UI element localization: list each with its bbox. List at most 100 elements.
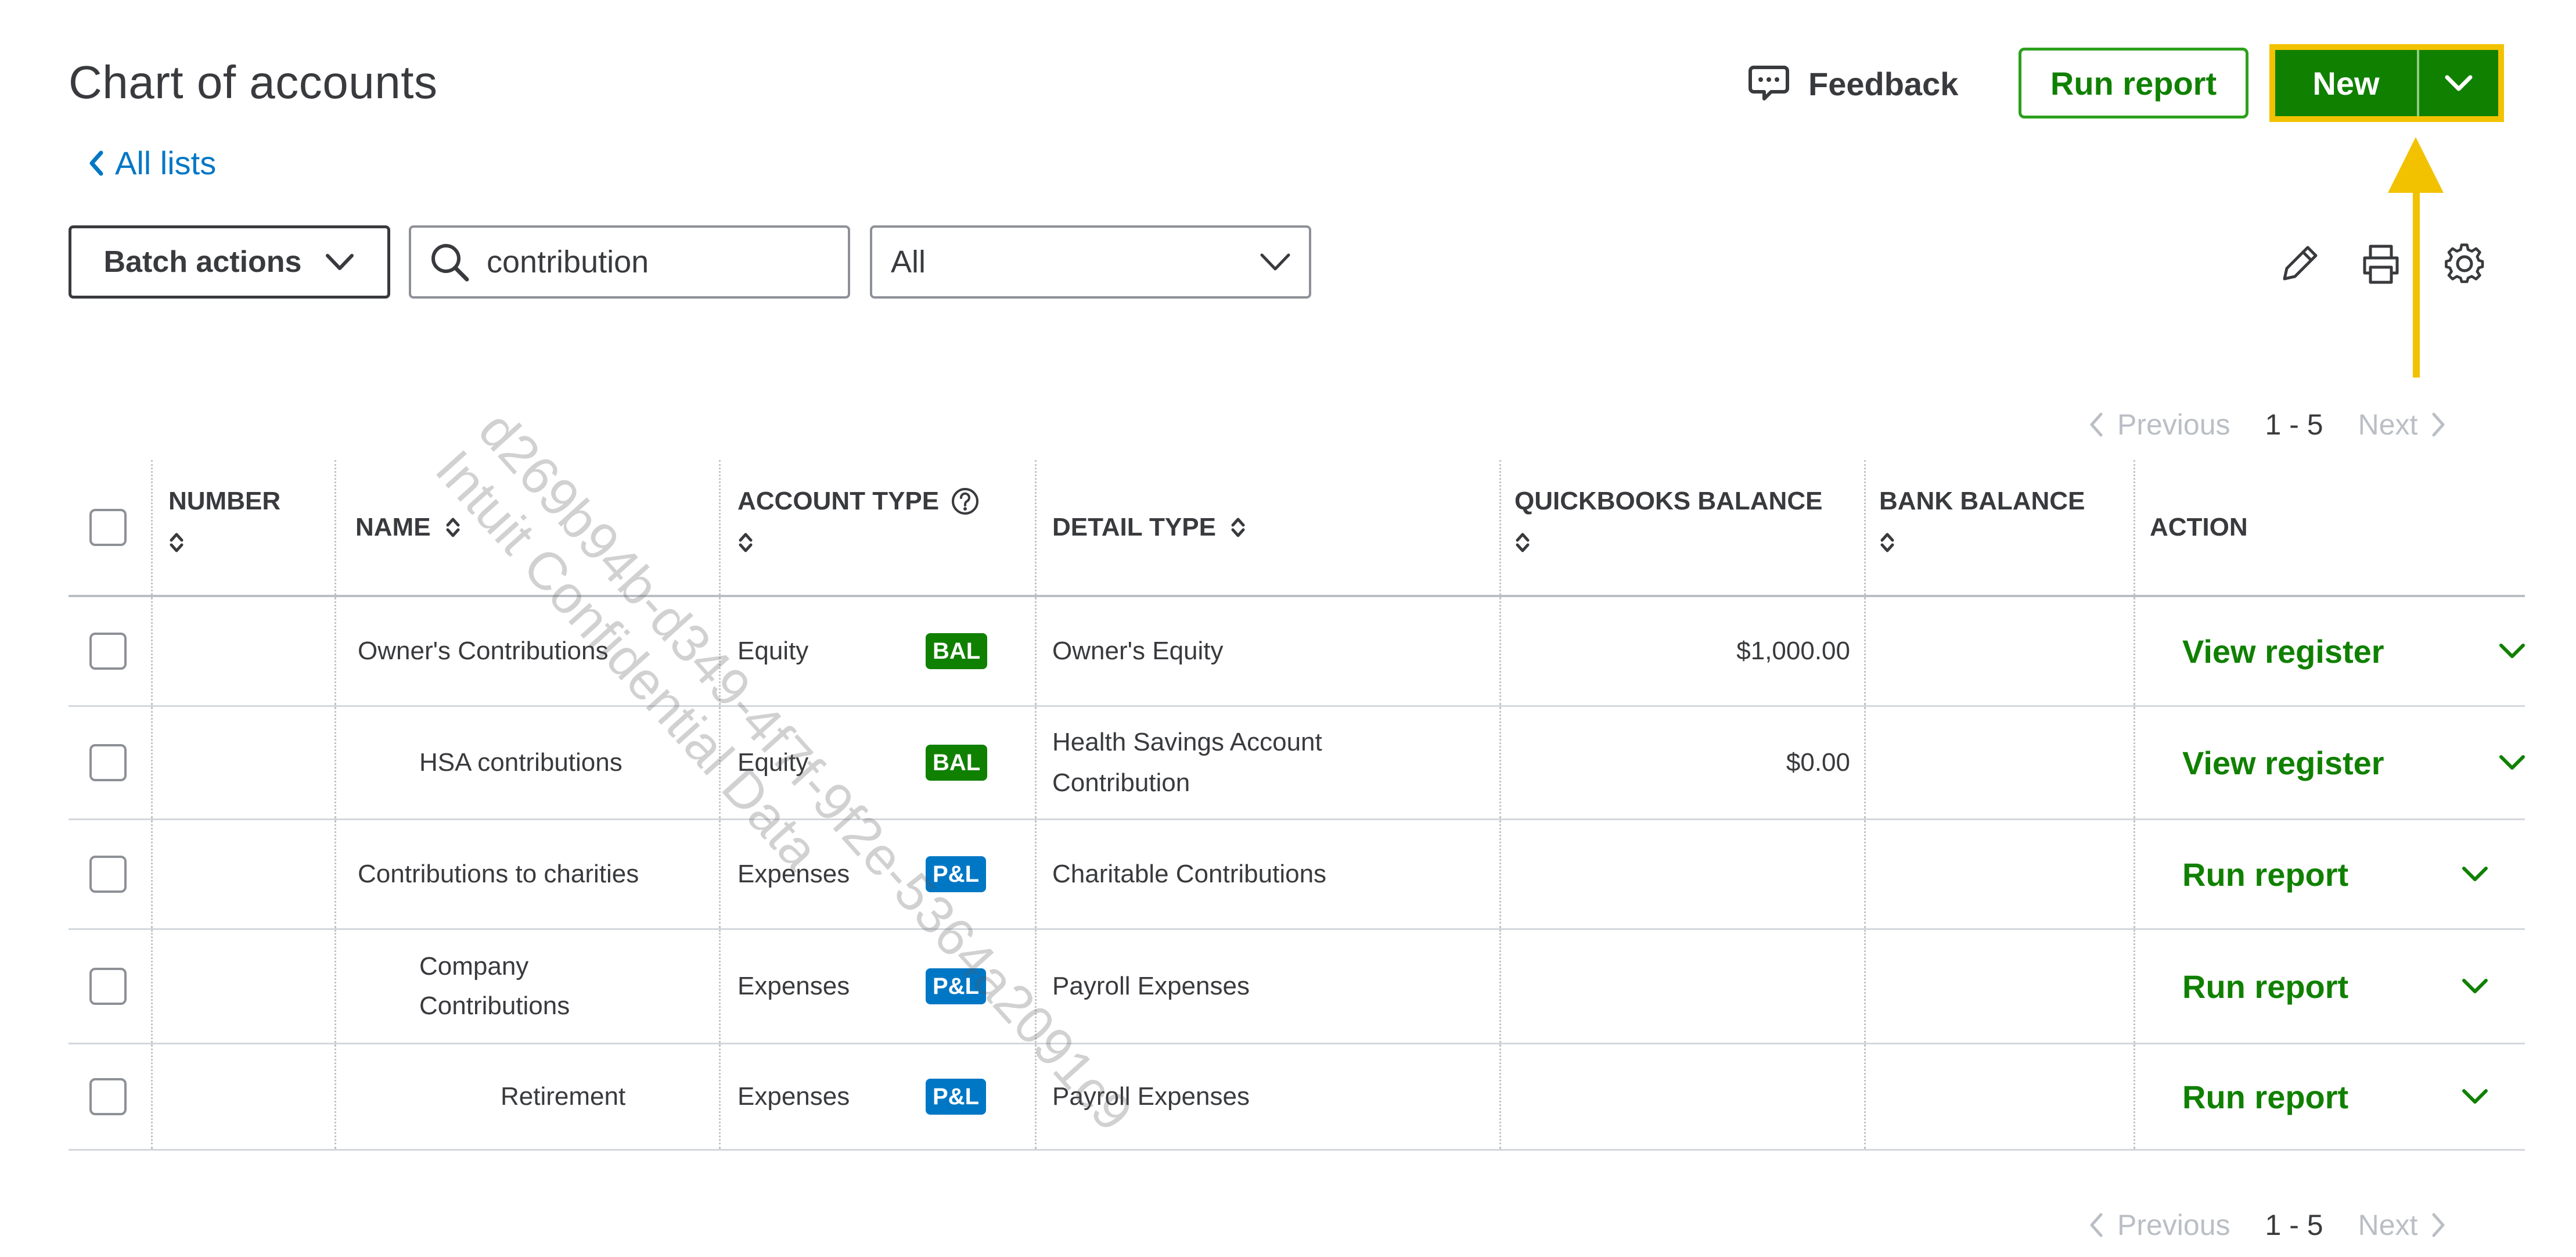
detail-type: Charitable Contributions [1052, 860, 1327, 888]
row-action-dropdown[interactable] [2498, 707, 2526, 818]
quickbooks-balance: $1,000.00 [1736, 637, 1850, 665]
chevron-right-icon [2430, 1212, 2447, 1238]
chevron-down-icon [2498, 642, 2526, 660]
new-button-group: New [2269, 44, 2504, 122]
header-name-label: NAME [355, 513, 431, 541]
previous-page-button[interactable]: Previous [2088, 1208, 2230, 1242]
header-account-type-label: ACCOUNT TYPE [737, 487, 940, 515]
row-action-dropdown[interactable] [2498, 597, 2526, 705]
next-page-button[interactable]: Next [2358, 1208, 2447, 1242]
filter-value: All [891, 245, 926, 279]
chevron-down-icon [1259, 252, 1291, 272]
detail-type-line: Contribution [1052, 768, 1190, 797]
chevron-left-icon [2088, 412, 2104, 437]
account-filter-select[interactable]: All [870, 225, 1311, 299]
row-checkbox[interactable] [89, 633, 127, 670]
page-title: Chart of accounts [69, 56, 438, 108]
row-select-cell [89, 930, 127, 1043]
chevron-down-icon [2461, 978, 2489, 995]
chevron-down-icon [2444, 74, 2473, 92]
row-checkbox[interactable] [89, 1078, 127, 1115]
detail-type: Payroll Expenses [1052, 1082, 1250, 1111]
next-label: Next [2358, 408, 2418, 441]
new-button[interactable]: New [2275, 50, 2419, 116]
chevron-down-icon [2498, 754, 2526, 771]
search-input[interactable] [487, 244, 812, 280]
page-range: 1 - 5 [2265, 1209, 2323, 1241]
all-lists-label: All lists [115, 145, 217, 181]
run-report-button[interactable]: Run report [2019, 48, 2248, 118]
header-number[interactable]: NUMBER [168, 460, 280, 595]
row-select-cell [89, 1044, 127, 1149]
header-bank-balance-label: BANK BALANCE [1879, 487, 2085, 515]
search-box [409, 225, 850, 299]
printer-icon[interactable] [2359, 242, 2403, 286]
account-name: Retirement [501, 1082, 626, 1111]
header-number-label: NUMBER [168, 487, 281, 515]
row-checkbox[interactable] [89, 744, 127, 781]
bal-badge: BAL [926, 633, 988, 669]
header-quickbooks-balance[interactable]: QUICKBOOKS BALANCE [1514, 460, 1822, 595]
header-quickbooks-balance-label: QUICKBOOKS BALANCE [1514, 487, 1823, 515]
sort-icon [1514, 531, 1822, 554]
account-type: Expenses [737, 1082, 850, 1111]
chevron-right-icon [2430, 412, 2447, 437]
row-select-cell [89, 820, 127, 928]
header-detail-type-label: DETAIL TYPE [1052, 513, 1216, 541]
header-bank-balance[interactable]: BANK BALANCE [1879, 460, 2085, 595]
sort-icon [1230, 516, 1246, 539]
batch-actions-button[interactable]: Batch actions [69, 225, 390, 299]
help-circle-icon[interactable] [951, 487, 980, 516]
account-type: Expenses [737, 860, 850, 888]
row-checkbox[interactable] [89, 856, 127, 893]
pencil-icon[interactable] [2278, 242, 2322, 286]
row-select-cell [89, 597, 127, 705]
view-register-link: View register [2182, 744, 2384, 781]
quickbooks-balance: $0.00 [1786, 748, 1850, 777]
sort-icon [445, 516, 461, 539]
account-type: Expenses [737, 972, 850, 1000]
detail-type: Health Savings Account Contribution [1052, 707, 1322, 818]
account-type: Equity [737, 637, 809, 665]
pagination-top: Previous 1 - 5 Next [2088, 408, 2447, 441]
row-action-dropdown[interactable] [2461, 1044, 2489, 1149]
chevron-down-icon [325, 253, 355, 271]
search-icon [429, 241, 470, 283]
highlight-arrow-line [2413, 186, 2420, 378]
next-page-button[interactable]: Next [2358, 408, 2447, 441]
chevron-left-icon [87, 150, 105, 176]
detail-type: Owner's Equity [1052, 637, 1224, 665]
header-name[interactable]: NAME [355, 460, 461, 595]
previous-page-button[interactable]: Previous [2088, 408, 2230, 441]
table-header: NUMBER NAME ACCOUNT TYPE DETAIL TYPE QUI… [69, 460, 2525, 597]
sort-icon [1879, 531, 2085, 554]
account-name: Company Contributions [419, 930, 570, 1043]
row-action-dropdown[interactable] [2461, 930, 2489, 1043]
header-account-type[interactable]: ACCOUNT TYPE [737, 460, 980, 595]
table-row: Owner's Contributions Equity BAL Owner's… [69, 597, 2525, 707]
pl-badge: P&L [926, 856, 986, 892]
new-dropdown-button[interactable] [2419, 50, 2498, 116]
sort-icon [737, 531, 980, 554]
view-register-link: View register [2182, 633, 2384, 670]
bal-badge: BAL [926, 745, 988, 781]
feedback-button[interactable]: Feedback [1748, 63, 1958, 105]
row-action-dropdown[interactable] [2461, 820, 2489, 928]
header-action: ACTION [2150, 460, 2248, 595]
pagination-bottom: Previous 1 - 5 Next [2088, 1208, 2447, 1242]
table-row: HSA contributions Equity BAL Health Savi… [69, 707, 2525, 820]
header-action-label: ACTION [2150, 513, 2248, 541]
row-select-cell [89, 707, 127, 818]
row-checkbox[interactable] [89, 968, 127, 1005]
highlight-arrow-head [2388, 137, 2444, 193]
header-detail-type[interactable]: DETAIL TYPE [1052, 460, 1246, 595]
batch-actions-label: Batch actions [103, 245, 302, 279]
detail-type-line: Health Savings Account [1052, 728, 1322, 756]
all-lists-link[interactable]: All lists [87, 144, 216, 182]
account-name: Contributions to charities [358, 860, 639, 888]
previous-label: Previous [2117, 408, 2230, 441]
run-report-link: Run report [2182, 856, 2349, 893]
chevron-left-icon [2088, 1212, 2104, 1238]
gear-icon[interactable] [2442, 242, 2487, 286]
select-all-checkbox[interactable] [89, 509, 127, 546]
